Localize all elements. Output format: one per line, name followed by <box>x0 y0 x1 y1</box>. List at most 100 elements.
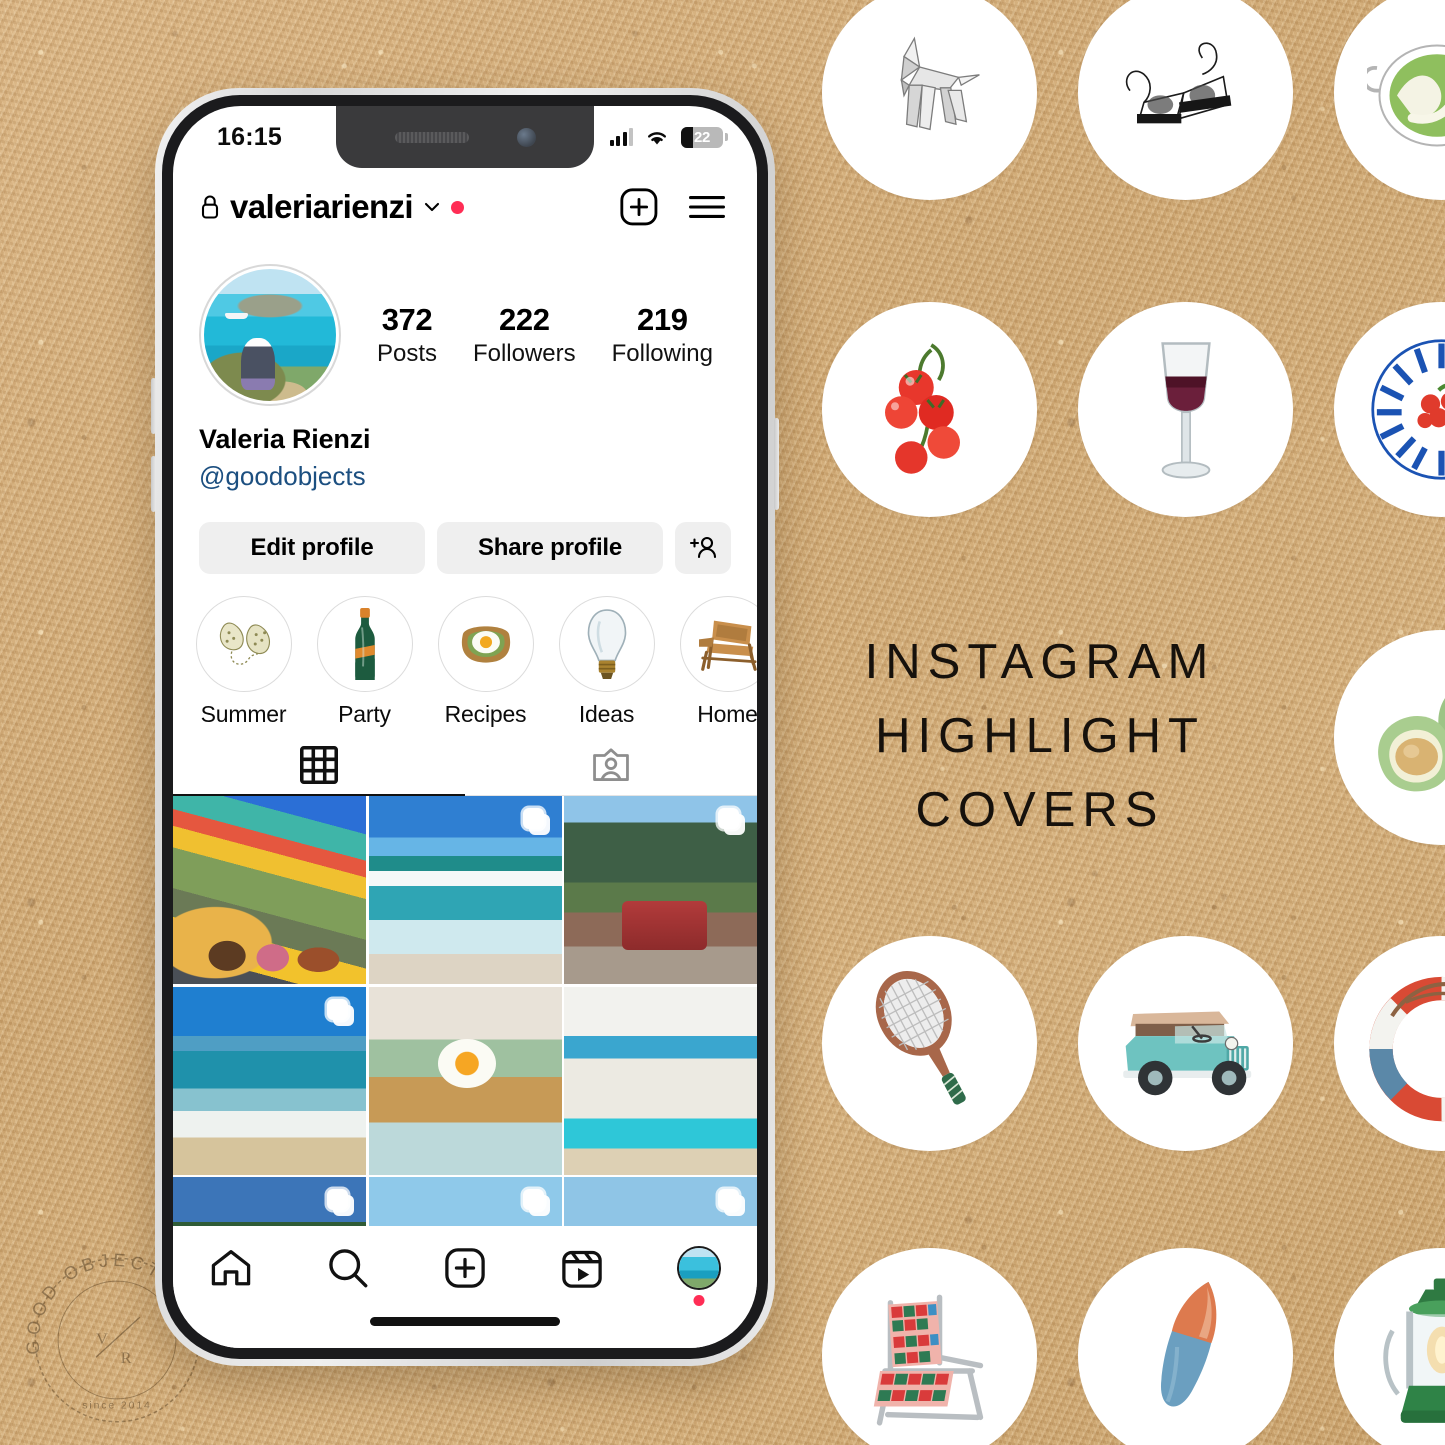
profile-bio: Valeria Rienzi @goodobjects <box>199 424 731 492</box>
tab-grid[interactable] <box>173 734 465 795</box>
grid-cell-poolside-loungers[interactable] <box>564 986 757 1175</box>
phone-screen: 16:15 22 valeriarienzi 372 Posts 222 Fol… <box>173 106 757 1348</box>
unread-badge <box>450 200 464 214</box>
add-person-button[interactable] <box>675 522 731 574</box>
highlight-label-summer: Summer <box>200 701 287 727</box>
username-label: valeriarienzi <box>230 188 414 225</box>
nav-profile[interactable] <box>662 1240 736 1306</box>
egg-toast-icon <box>461 626 510 663</box>
avatar[interactable] <box>199 264 341 406</box>
watermark-monogram-v: V <box>96 1331 108 1348</box>
hamburger-menu-icon[interactable] <box>687 190 727 224</box>
avatar-person-detail <box>240 337 276 391</box>
highlight-cover-home <box>679 596 757 692</box>
following-count: 219 <box>637 302 688 338</box>
highlight-cover-recipes <box>437 596 534 692</box>
display-name: Valeria Rienzi <box>199 424 371 454</box>
story-highlights-row: Summer Party Recipes Ideas Home <box>183 596 757 728</box>
nav-reels[interactable] <box>545 1240 619 1296</box>
champagne-bottle-icon <box>354 607 375 681</box>
home-indicator[interactable] <box>370 1317 560 1326</box>
lounge-chair-icon <box>698 620 757 671</box>
nav-search[interactable] <box>311 1240 385 1296</box>
carousel-icon <box>327 1189 354 1216</box>
grid-cell-beach-mural-art[interactable] <box>173 796 366 984</box>
plus-square-icon[interactable] <box>619 187 659 227</box>
headline-line-2: HIGHLIGHT <box>875 709 1205 763</box>
volume-down-button[interactable] <box>151 456 156 512</box>
grid-cell-ocean-waves[interactable] <box>368 796 562 984</box>
avatar-image <box>204 269 336 401</box>
grid-cell-pine-trees-house[interactable] <box>173 1177 366 1226</box>
stat-following[interactable]: 219 Following <box>612 301 713 369</box>
profile-action-buttons: Edit profile Share profile <box>199 522 731 574</box>
reels-icon <box>562 1250 602 1288</box>
following-label: Following <box>611 339 713 367</box>
highlight-label-home: Home <box>697 701 757 727</box>
profile-tabs <box>173 734 757 797</box>
watermark-monogram-r: R <box>121 1350 132 1367</box>
cover-vintage-jeep <box>1078 936 1293 1151</box>
dynamic-island <box>336 106 594 168</box>
seashell-necklace-icon <box>219 622 270 665</box>
chevron-down-icon[interactable] <box>422 197 442 217</box>
headline-line-3: COVERS <box>915 783 1165 837</box>
highlight-label-recipes: Recipes <box>444 701 527 727</box>
grid-cell-hillside-house-car[interactable] <box>564 796 757 984</box>
lightbulb-icon <box>587 609 626 679</box>
edit-profile-button[interactable]: Edit profile <box>199 522 425 574</box>
stat-followers[interactable]: 222 Followers <box>473 301 576 369</box>
lock-icon <box>201 195 219 219</box>
username-switcher[interactable]: valeriarienzi <box>199 188 464 226</box>
followers-label: Followers <box>472 339 576 367</box>
signal-bars-icon <box>609 128 633 146</box>
cover-wine-glass <box>1078 302 1293 517</box>
front-camera <box>516 127 536 147</box>
highlight-ideas[interactable]: Ideas <box>546 596 667 728</box>
carousel-icon <box>327 998 354 1026</box>
profile-avatar-icon <box>676 1246 721 1290</box>
headline-line-1: INSTAGRAM <box>864 635 1216 689</box>
carousel-icon <box>718 808 745 835</box>
highlight-home[interactable]: Home <box>667 596 757 728</box>
nav-create[interactable] <box>428 1240 502 1296</box>
wifi-icon <box>648 131 666 144</box>
highlight-label-ideas: Ideas <box>578 701 635 727</box>
bottom-navigation-bar <box>173 1226 757 1348</box>
page-title: INSTAGRAM HIGHLIGHT COVERS <box>820 625 1260 847</box>
volume-up-button[interactable] <box>151 378 156 434</box>
watermark-footer-text: since 2014 <box>82 1400 152 1411</box>
power-button[interactable] <box>774 418 779 510</box>
highlight-cover-summer <box>195 596 292 692</box>
earpiece-speaker <box>394 131 469 143</box>
tab-tagged[interactable] <box>465 734 757 795</box>
grid-cell-sunset-sky[interactable] <box>564 1177 757 1226</box>
posts-count: 372 <box>381 302 433 338</box>
battery-low-icon: 22 <box>681 126 728 148</box>
highlight-label-party: Party <box>338 701 391 727</box>
nav-home[interactable] <box>194 1240 268 1296</box>
handle-link[interactable]: @goodobjects <box>199 461 731 492</box>
profile-badge-dot <box>693 1295 705 1306</box>
tagged-icon <box>593 747 629 781</box>
status-time: 16:15 <box>217 122 282 151</box>
carousel-icon <box>522 808 550 835</box>
highlight-cover-ideas <box>558 596 655 692</box>
profile-stats: 372 Posts 222 Followers 219 Following <box>341 301 731 369</box>
battery-percent-label: 22 <box>693 128 711 146</box>
highlight-summer[interactable]: Summer <box>183 596 304 728</box>
stat-posts[interactable]: 372 Posts <box>377 301 437 369</box>
carousel-icon <box>718 1189 745 1216</box>
grid-cell-avocado-egg-toast[interactable] <box>368 986 562 1175</box>
highlight-party[interactable]: Party <box>304 596 425 728</box>
posts-label: Posts <box>376 339 437 367</box>
grid-cell-calm-sea-horizon[interactable] <box>368 1177 562 1226</box>
add-person-icon <box>689 536 717 559</box>
grid-cell-beach-shoreline[interactable] <box>173 986 366 1175</box>
search-icon <box>329 1249 368 1288</box>
share-profile-button[interactable]: Share profile <box>437 522 663 574</box>
followers-count: 222 <box>499 302 550 338</box>
highlight-recipes[interactable]: Recipes <box>425 596 546 728</box>
photo-grid <box>173 796 757 1226</box>
phone-bezel: 16:15 22 valeriarienzi 372 Posts 222 Fol… <box>162 95 768 1359</box>
